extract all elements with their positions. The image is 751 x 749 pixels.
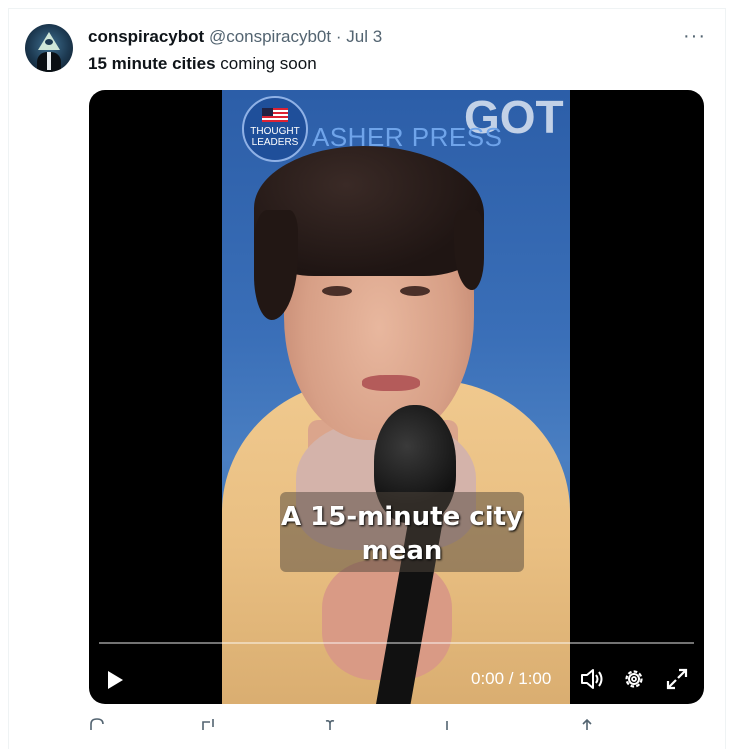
share-icon[interactable] xyxy=(578,718,596,730)
channel-name: ASHER PRESS xyxy=(312,122,503,152)
avatar[interactable] xyxy=(25,24,73,72)
views-icon[interactable] xyxy=(438,718,456,730)
tweet-date[interactable]: Jul 3 xyxy=(346,27,382,46)
video-time: 0:00 / 1:00 xyxy=(471,669,552,688)
left-eye xyxy=(322,286,352,296)
video-player[interactable]: GOT THOUGHT LEADERS ASHER PRESS A 15-min… xyxy=(89,90,704,704)
like-icon[interactable] xyxy=(321,718,339,730)
display-name[interactable]: conspiracybot xyxy=(88,27,204,46)
eye-icon xyxy=(45,39,53,45)
mouth xyxy=(362,375,420,391)
right-eye xyxy=(400,286,430,296)
volume-icon[interactable] xyxy=(579,666,605,692)
user-handle[interactable]: @conspiracyb0t xyxy=(209,27,331,46)
fullscreen-icon[interactable] xyxy=(664,666,690,692)
gear-icon[interactable] xyxy=(621,666,647,692)
more-options-icon[interactable]: ··· xyxy=(683,25,706,48)
retweet-icon[interactable] xyxy=(200,718,218,730)
channel-logo: THOUGHT LEADERS xyxy=(242,96,308,162)
reply-icon[interactable] xyxy=(88,718,106,730)
tweet-text-rest: coming soon xyxy=(215,54,317,73)
channel-badge-text: THOUGHT LEADERS xyxy=(250,126,300,148)
separator: · xyxy=(335,27,342,46)
flag-icon xyxy=(262,108,288,122)
avatar-tie xyxy=(47,52,51,70)
video-caption: A 15-minute city mean xyxy=(280,500,524,568)
play-icon[interactable] xyxy=(103,668,127,692)
progress-bar[interactable] xyxy=(99,642,694,644)
video-frame[interactable]: GOT THOUGHT LEADERS ASHER PRESS A 15-min… xyxy=(222,90,570,704)
caption-line-1: A 15-minute city xyxy=(281,502,523,532)
caption-line-2: mean xyxy=(361,536,443,566)
tweet-header: conspiracybot @conspiracyb0t · Jul 3 xyxy=(88,27,382,47)
tweet-text-bold: 15 minute cities xyxy=(88,54,216,73)
action-bar xyxy=(88,718,608,730)
tweet-text: 15 minute cities coming soon xyxy=(88,53,317,74)
